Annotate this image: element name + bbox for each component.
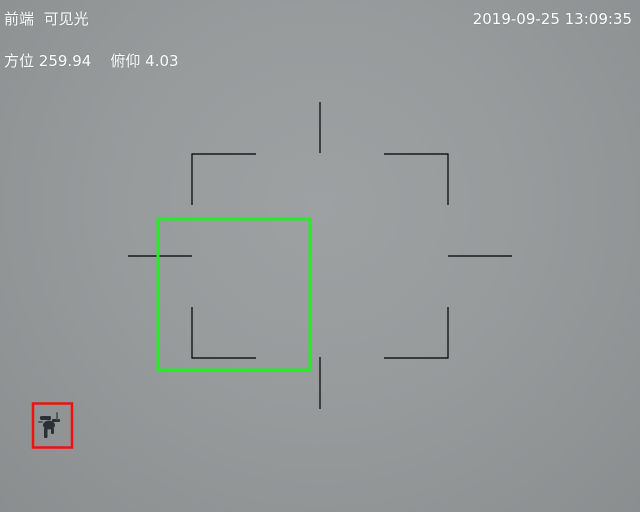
crosshair-reticle bbox=[128, 102, 512, 409]
reticle-overlay bbox=[31, 102, 512, 449]
reticle-corner-bottom-right bbox=[384, 307, 449, 359]
camera-viewport: 前端 可见光 2019-09-25 13:09:35 方位 259.94 俯仰 … bbox=[0, 0, 640, 512]
reticle-corner-top-right bbox=[384, 153, 449, 205]
reticle-corner-top-left bbox=[191, 153, 256, 205]
target-marker[interactable] bbox=[31, 402, 74, 449]
tracking-box[interactable] bbox=[156, 217, 312, 372]
drone-target-icon bbox=[38, 412, 60, 438]
reticle-corner-bottom-left bbox=[191, 307, 256, 359]
